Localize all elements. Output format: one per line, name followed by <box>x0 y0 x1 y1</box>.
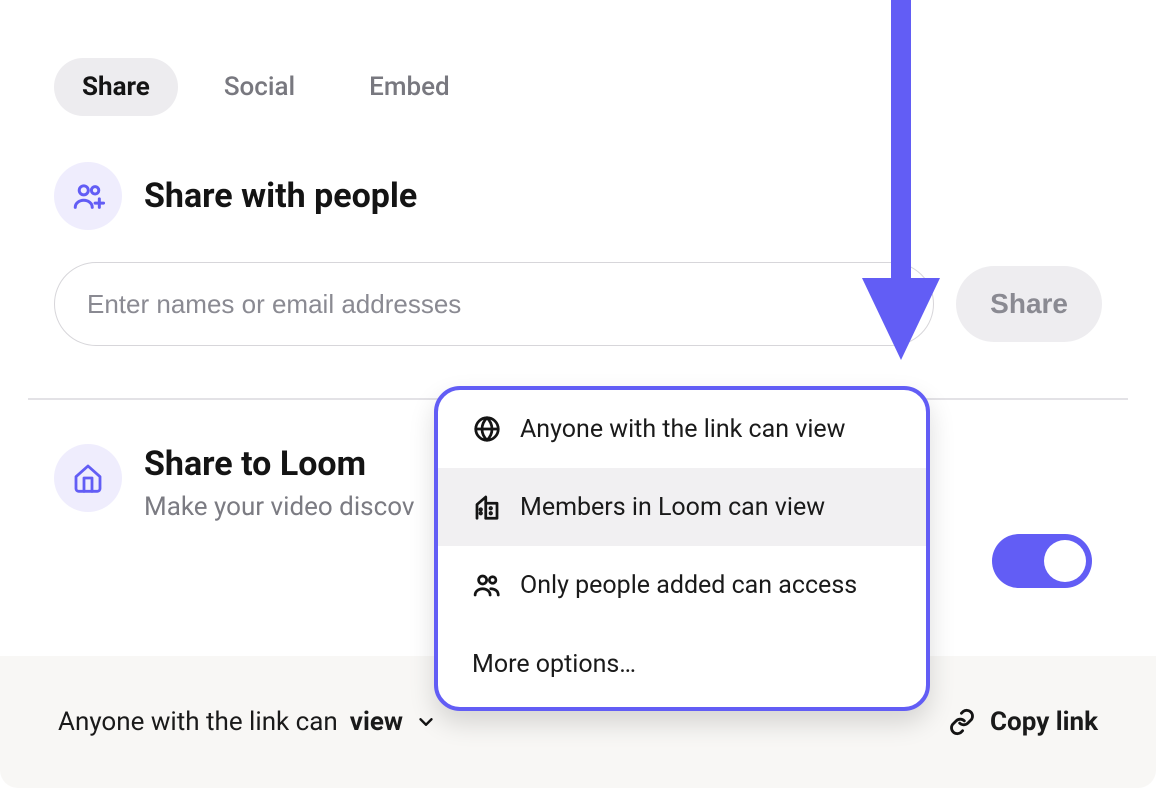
home-icon <box>54 444 122 512</box>
tab-embed[interactable]: Embed <box>341 58 478 116</box>
permission-option-anyone-link[interactable]: Anyone with the link can view <box>438 390 926 468</box>
share-tabs: Share Social Embed <box>0 0 1156 116</box>
permission-option-label: Only people added can access <box>520 571 857 600</box>
people-icon <box>54 162 122 230</box>
permission-summary-prefix: Anyone with the link can <box>58 707 338 737</box>
chevron-down-icon <box>415 711 437 733</box>
building-icon <box>472 492 502 522</box>
permission-option-label: Anyone with the link can view <box>520 415 845 444</box>
permission-option-members[interactable]: Members in Loom can view <box>438 468 926 546</box>
users-icon <box>472 570 502 600</box>
share-with-people-section: Share with people Share <box>0 162 1156 346</box>
permission-option-label: Members in Loom can view <box>520 493 825 522</box>
share-with-people-title: Share with people <box>144 176 417 216</box>
tab-share[interactable]: Share <box>54 58 178 116</box>
share-to-loom-toggle[interactable] <box>992 534 1092 588</box>
share-button[interactable]: Share <box>956 266 1102 342</box>
permission-popover: Anyone with the link can view Members in… <box>434 386 930 711</box>
link-icon <box>948 708 976 736</box>
permission-summary-mode: view <box>350 707 403 737</box>
copy-link-label: Copy link <box>990 707 1098 737</box>
permission-summary-dropdown[interactable]: Anyone with the link can view <box>58 707 437 737</box>
tab-social[interactable]: Social <box>196 58 323 116</box>
share-people-input[interactable] <box>54 262 934 346</box>
copy-link-button[interactable]: Copy link <box>948 707 1098 737</box>
permission-more-options[interactable]: More options… <box>438 624 926 707</box>
globe-icon <box>472 414 502 444</box>
permission-option-only-added[interactable]: Only people added can access <box>438 546 926 624</box>
